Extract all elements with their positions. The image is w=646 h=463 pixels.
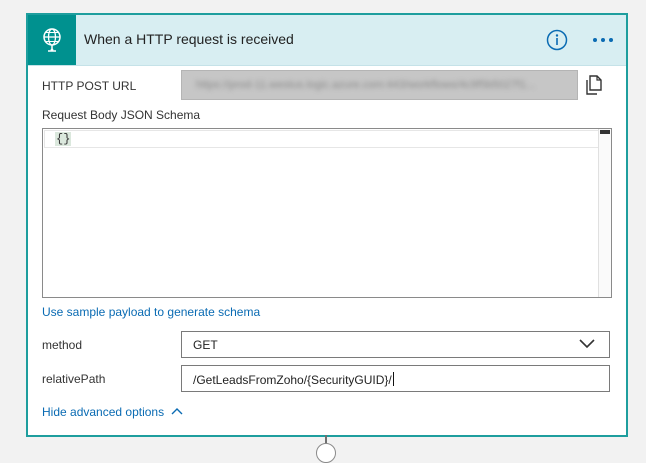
http-post-url-field[interactable]: https://prod-11.westus.logic.azure.com:4… bbox=[181, 70, 578, 100]
chevron-down-icon bbox=[579, 339, 595, 349]
relative-path-text: /GetLeadsFromZoho/{SecurityGUID}/ bbox=[193, 372, 394, 387]
relative-path-input[interactable]: /GetLeadsFromZoho/{SecurityGUID}/ bbox=[181, 365, 610, 392]
more-options-icon[interactable] bbox=[590, 33, 616, 47]
schema-content: {} bbox=[55, 132, 72, 146]
scrollbar-thumb[interactable] bbox=[600, 130, 610, 134]
info-icon[interactable] bbox=[546, 29, 568, 51]
add-step-icon[interactable] bbox=[316, 443, 336, 463]
schema-label: Request Body JSON Schema bbox=[42, 108, 201, 122]
editor-scrollbar[interactable] bbox=[598, 129, 611, 297]
editor-current-line: {} bbox=[44, 130, 599, 148]
card-title: When a HTTP request is received bbox=[84, 31, 294, 47]
chevron-up-icon bbox=[171, 408, 183, 415]
relative-path-value: /GetLeadsFromZoho/{SecurityGUID}/ bbox=[193, 373, 392, 387]
hide-advanced-label: Hide advanced options bbox=[42, 405, 165, 419]
url-value: https://prod-11.westus.logic.azure.com:4… bbox=[196, 79, 536, 91]
hide-advanced-options-link[interactable]: Hide advanced options bbox=[42, 405, 183, 419]
relative-path-label: relativePath bbox=[42, 372, 106, 386]
method-select[interactable]: GET bbox=[181, 331, 610, 358]
http-trigger-card: When a HTTP request is received HTTP POS… bbox=[26, 13, 628, 437]
method-label: method bbox=[42, 338, 83, 352]
generate-schema-link[interactable]: Use sample payload to generate schema bbox=[42, 305, 260, 319]
method-value: GET bbox=[193, 338, 218, 352]
schema-editor[interactable]: {} bbox=[42, 128, 612, 298]
globe-icon bbox=[28, 15, 76, 65]
copy-icon[interactable] bbox=[585, 75, 603, 95]
card-header[interactable]: When a HTTP request is received bbox=[28, 15, 626, 66]
url-label: HTTP POST URL bbox=[42, 79, 137, 93]
text-caret bbox=[392, 372, 394, 386]
